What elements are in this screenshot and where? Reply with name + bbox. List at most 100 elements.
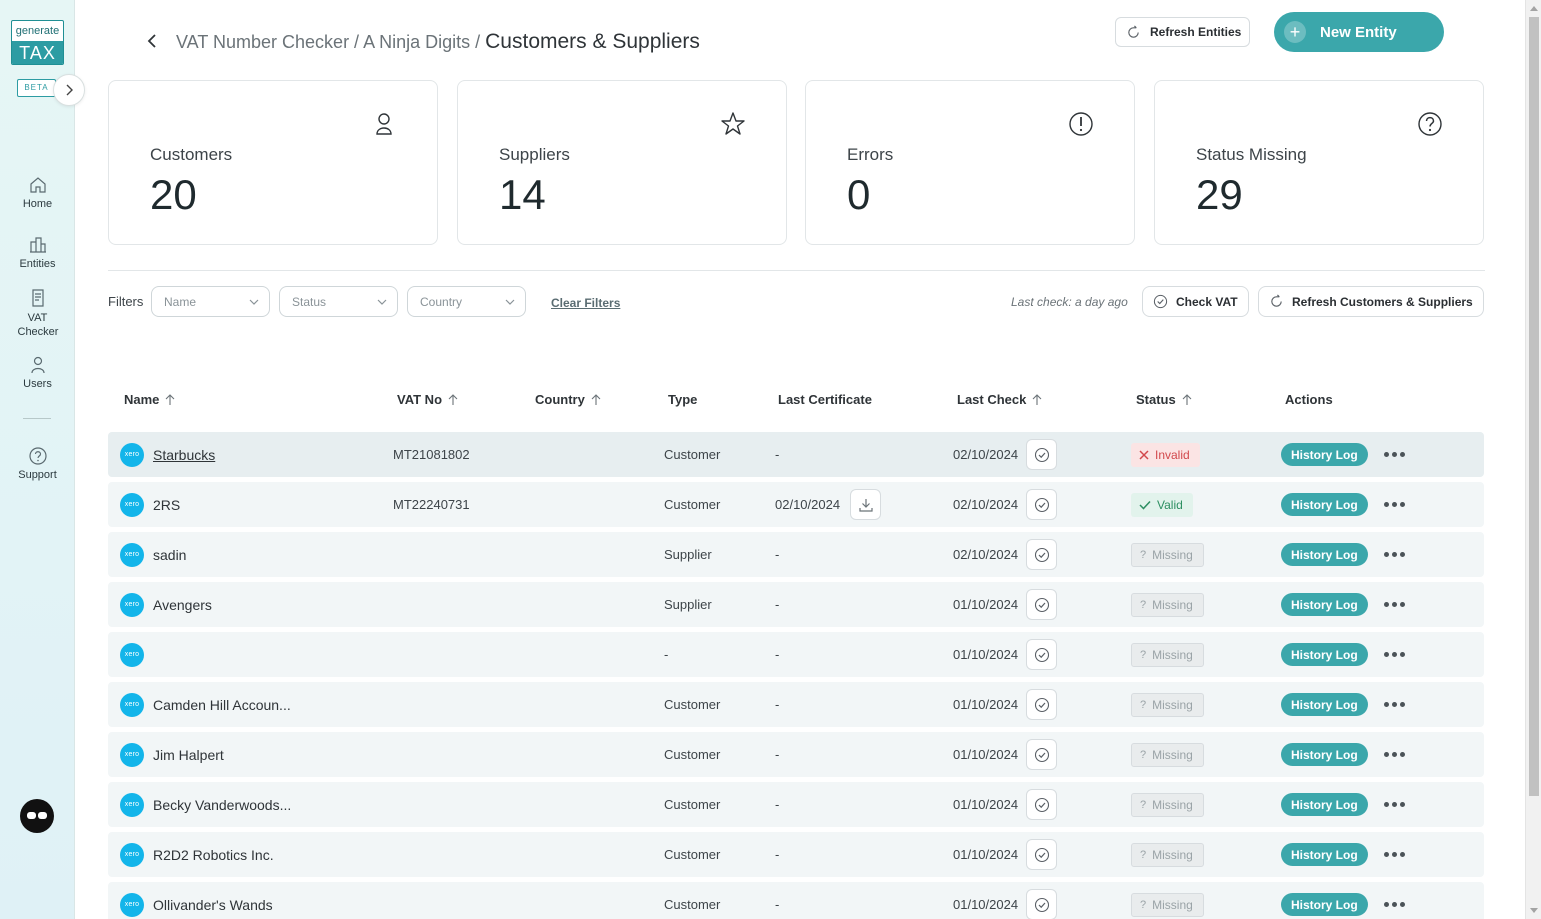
buildings-icon: [29, 237, 46, 253]
type-cell: Customer: [664, 482, 720, 527]
sidebar-expand-button[interactable]: [53, 74, 85, 106]
more-options-icon[interactable]: [1383, 752, 1405, 757]
column-header-name[interactable]: Name: [124, 392, 175, 407]
sidebar-item-entities[interactable]: Entities: [0, 235, 75, 270]
check-vat-row-button[interactable]: [1026, 839, 1058, 870]
last-certificate-cell: -: [775, 582, 779, 627]
download-certificate-button[interactable]: [850, 489, 882, 520]
status-text: Missing: [1152, 797, 1193, 812]
more-options-icon[interactable]: [1383, 452, 1405, 457]
table-row[interactable]: xero Avengers Supplier - 01/10/2024 ? Mis…: [108, 582, 1484, 627]
last-check-date: 01/10/2024: [953, 797, 1019, 812]
chevron-left-icon: [147, 34, 156, 48]
app-root: generate TAX BETA Home Entities VAT Chec…: [0, 0, 1541, 919]
clear-filters-link[interactable]: Clear Filters: [551, 296, 620, 310]
check-vat-row-button[interactable]: [1026, 689, 1058, 720]
history-log-button[interactable]: History Log: [1281, 443, 1368, 466]
history-log-button[interactable]: History Log: [1281, 843, 1368, 866]
sort-arrow-up-icon: [591, 393, 601, 405]
history-log-button[interactable]: History Log: [1281, 693, 1368, 716]
table-row[interactable]: xero Ollivander's Wands Customer - 01/10…: [108, 882, 1484, 919]
check-vat-row-button[interactable]: [1026, 439, 1058, 470]
check-vat-row-button[interactable]: [1026, 639, 1058, 670]
check-vat-row-button[interactable]: [1026, 739, 1058, 770]
history-log-button[interactable]: History Log: [1281, 543, 1368, 566]
generate-tax-logo[interactable]: generate TAX: [11, 20, 64, 65]
history-log-button[interactable]: History Log: [1281, 593, 1368, 616]
refresh-customers-suppliers-button[interactable]: Refresh Customers & Suppliers: [1258, 286, 1484, 317]
column-header-vat[interactable]: VAT No: [397, 392, 458, 407]
more-options-icon[interactable]: [1383, 902, 1405, 907]
more-options-icon[interactable]: [1383, 602, 1405, 607]
more-options-icon[interactable]: [1383, 702, 1405, 707]
more-options-icon[interactable]: [1383, 502, 1405, 507]
name-filter-select[interactable]: Name: [151, 286, 270, 317]
question-mark-icon: ?: [1140, 648, 1147, 661]
more-options-icon[interactable]: [1383, 802, 1405, 807]
last-certificate-cell: -: [775, 682, 779, 727]
more-options-icon[interactable]: [1383, 652, 1405, 657]
table-row[interactable]: xero 2RS MT22240731 Customer 02/10/2024 …: [108, 482, 1484, 527]
status-text: Missing: [1152, 647, 1193, 662]
check-vat-row-button[interactable]: [1026, 589, 1058, 620]
ninja-avatar[interactable]: [20, 799, 54, 833]
status-cell: ? Missing: [1131, 632, 1204, 677]
status-badge: ? Missing: [1131, 792, 1204, 817]
type-cell: Supplier: [664, 582, 712, 627]
history-log-button[interactable]: History Log: [1281, 893, 1368, 916]
table-row[interactable]: xero sadin Supplier - 02/10/2024 ? Missin…: [108, 532, 1484, 577]
sidebar-item-users[interactable]: Users: [0, 355, 75, 390]
stat-value: 20: [150, 171, 197, 218]
new-entity-button[interactable]: + New Entity: [1274, 12, 1444, 52]
logo-top-text: generate: [15, 25, 60, 37]
status-filter-placeholder: Status: [292, 294, 327, 309]
stat-value: 29: [1196, 171, 1243, 218]
back-button[interactable]: [143, 31, 161, 51]
table-row[interactable]: xero Camden Hill Accoun... Customer - 01…: [108, 682, 1484, 727]
sidebar-item-support[interactable]: Support: [0, 446, 75, 481]
sidebar-item-vat-checker[interactable]: VAT Checker: [0, 288, 75, 339]
refresh-entities-button[interactable]: Refresh Entities: [1115, 17, 1250, 47]
table-row[interactable]: xero Starbucks MT21081802 Customer - 02/…: [108, 432, 1484, 477]
entity-name: Camden Hill Accoun...: [153, 696, 291, 713]
scroll-down-arrow-icon[interactable]: [1530, 908, 1538, 913]
history-log-button[interactable]: History Log: [1281, 493, 1368, 516]
last-check-date: 02/10/2024: [953, 547, 1019, 562]
status-filter-select[interactable]: Status: [279, 286, 398, 317]
check-vat-row-button[interactable]: [1026, 889, 1058, 919]
column-header-label: Status: [1136, 392, 1176, 407]
entity-type: Supplier: [664, 597, 712, 612]
more-options-icon[interactable]: [1383, 852, 1405, 857]
history-log-button[interactable]: History Log: [1281, 743, 1368, 766]
type-cell: Customer: [664, 432, 720, 477]
page-scrollbar[interactable]: [1525, 0, 1541, 919]
check-vat-row-button[interactable]: [1026, 539, 1058, 570]
breadcrumb-parent[interactable]: VAT Number Checker / A Ninja Digits /: [176, 32, 480, 52]
country-filter-select[interactable]: Country: [407, 286, 526, 317]
check-vat-button[interactable]: Check VAT: [1142, 286, 1249, 317]
history-log-button[interactable]: History Log: [1281, 643, 1368, 666]
check-vat-row-button[interactable]: [1026, 789, 1058, 820]
table-row[interactable]: xero - - 01/10/2024 ? Missing History Lo…: [108, 632, 1484, 677]
sidebar-item-home[interactable]: Home: [0, 175, 75, 210]
table-row[interactable]: xero Becky Vanderwoods... Customer - 01/…: [108, 782, 1484, 827]
entity-name[interactable]: Starbucks: [153, 447, 215, 463]
sidebar-item-label: Users: [23, 378, 52, 390]
help-icon: [28, 447, 47, 465]
column-header-status[interactable]: Status: [1136, 392, 1192, 407]
table-row[interactable]: xero Jim Halpert Customer - 01/10/2024 ?…: [108, 732, 1484, 777]
table-row[interactable]: xero R2D2 Robotics Inc. Customer - 01/10…: [108, 832, 1484, 877]
entity-name: Becky Vanderwoods...: [153, 796, 292, 813]
column-header-country[interactable]: Country: [535, 392, 601, 407]
history-log-button[interactable]: History Log: [1281, 793, 1368, 816]
more-options-icon[interactable]: [1383, 552, 1405, 557]
column-header-last-check[interactable]: Last Check: [957, 392, 1042, 407]
scrollbar-thumb[interactable]: [1529, 17, 1539, 796]
sort-arrow-up-icon: [1182, 393, 1192, 405]
new-entity-label: New Entity: [1320, 23, 1397, 41]
actions-cell: History Log: [1281, 832, 1405, 877]
sort-arrow-up-icon: [448, 393, 458, 405]
scroll-up-arrow-icon[interactable]: [1530, 6, 1538, 11]
last-check-date: 02/10/2024: [953, 447, 1019, 462]
check-vat-row-button[interactable]: [1026, 489, 1058, 520]
